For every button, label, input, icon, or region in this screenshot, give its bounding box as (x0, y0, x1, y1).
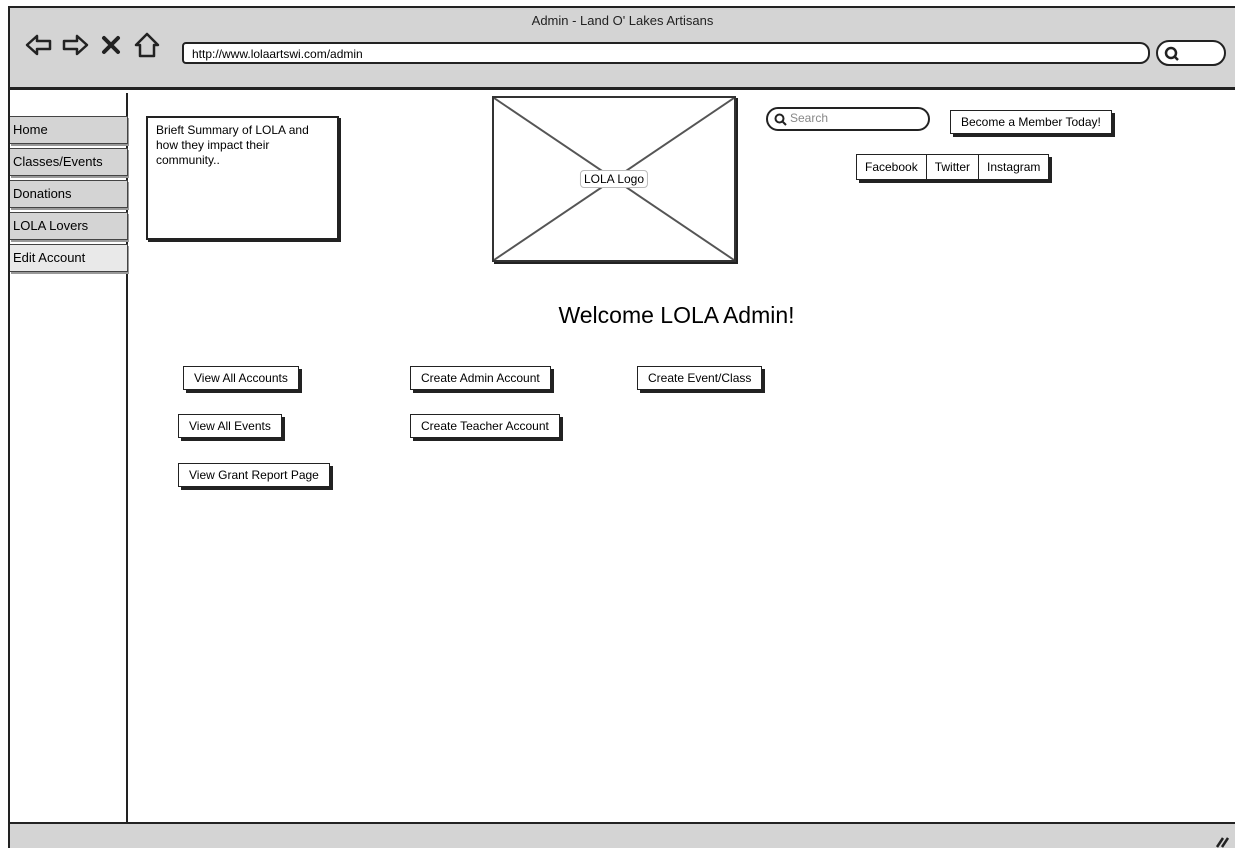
social-links: Facebook Twitter Instagram (856, 154, 1050, 180)
browser-nav (24, 30, 162, 60)
browser-titlebar: Admin - Land O' Lakes Artisans http://ww… (10, 8, 1235, 90)
view-grant-report-button[interactable]: View Grant Report Page (178, 463, 330, 487)
sidebar-item-edit-account[interactable]: Edit Account (10, 244, 128, 272)
sidebar-item-home[interactable]: Home (10, 116, 128, 144)
instagram-button[interactable]: Instagram (979, 154, 1050, 180)
view-all-accounts-button[interactable]: View All Accounts (183, 366, 299, 390)
resize-grip-icon[interactable] (1213, 832, 1229, 848)
home-icon[interactable] (132, 30, 162, 60)
become-member-button[interactable]: Become a Member Today! (950, 110, 1112, 134)
search-icon (1164, 46, 1179, 61)
sidebar-item-lola-lovers[interactable]: LOLA Lovers (10, 212, 128, 240)
create-teacher-account-button[interactable]: Create Teacher Account (410, 414, 560, 438)
view-all-events-button[interactable]: View All Events (178, 414, 282, 438)
url-bar[interactable]: http://www.lolaartswi.com/admin (182, 42, 1150, 64)
search-icon (774, 113, 787, 126)
create-admin-account-button[interactable]: Create Admin Account (410, 366, 551, 390)
lola-summary: Brieft Summary of LOLA and how they impa… (146, 116, 339, 240)
arrow-right-icon[interactable] (60, 30, 90, 60)
close-icon[interactable] (96, 30, 126, 60)
page-title: Welcome LOLA Admin! (558, 302, 795, 328)
search-input[interactable]: Search (766, 107, 930, 131)
browser-search-button[interactable] (1156, 40, 1226, 66)
logo-placeholder: LOLA Logo (492, 96, 736, 262)
sidebar-item-donations[interactable]: Donations (10, 180, 128, 208)
window-title: Admin - Land O' Lakes Artisans (531, 13, 714, 28)
create-event-class-button[interactable]: Create Event/Class (637, 366, 763, 390)
search-placeholder: Search (790, 111, 829, 125)
status-bar (10, 822, 1235, 848)
sidebar-item-classes-events[interactable]: Classes/Events (10, 148, 128, 176)
facebook-button[interactable]: Facebook (856, 154, 927, 180)
logo-label: LOLA Logo (579, 170, 649, 188)
sidebar: Home Classes/Events Donations LOLA Lover… (10, 93, 128, 828)
arrow-left-icon[interactable] (24, 30, 54, 60)
twitter-button[interactable]: Twitter (926, 154, 980, 180)
